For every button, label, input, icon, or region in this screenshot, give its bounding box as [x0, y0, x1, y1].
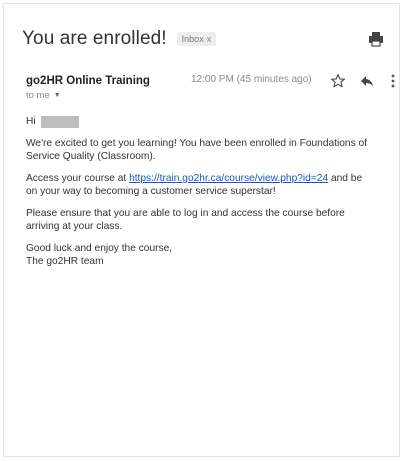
course-link[interactable]: https://train.go2hr.ca/course/view.php?i…: [129, 173, 328, 184]
star-icon[interactable]: [329, 72, 347, 90]
sender-row: go2HR Online Training 12:00 PM (45 minut…: [26, 72, 395, 90]
paragraph-enrolled: We're excited to get you learning! You h…: [26, 138, 368, 162]
remove-label-icon[interactable]: x: [207, 34, 212, 44]
signoff-line-2: The go2HR team: [26, 256, 104, 267]
paragraph-login: Please ensure that you are able to log i…: [26, 208, 345, 232]
print-icon[interactable]: [367, 30, 385, 48]
email-view: You are enrolled! Inbox x go2HR Online T…: [3, 3, 400, 457]
email-body: Hi We're excited to get you learning! Yo…: [26, 115, 376, 277]
recipient-text: to me: [26, 90, 50, 101]
greeting-line: Hi: [26, 115, 376, 128]
inbox-label-text: Inbox: [181, 34, 204, 44]
redacted-name: [40, 115, 79, 128]
email-subject: You are enrolled!: [22, 28, 167, 49]
recipient-row: to me ▼: [26, 90, 61, 101]
chevron-down-icon[interactable]: ▼: [54, 92, 61, 99]
more-vertical-icon[interactable]: [384, 72, 402, 90]
timestamp: 12:00 PM (45 minutes ago): [191, 74, 312, 85]
subject-row: You are enrolled! Inbox x: [22, 26, 389, 52]
signoff: Good luck and enjoy the course, The go2H…: [26, 242, 376, 268]
greeting-text: Hi: [26, 116, 36, 127]
signoff-line-1: Good luck and enjoy the course,: [26, 243, 173, 254]
access-text-before: Access your course at: [26, 173, 130, 184]
sender-name[interactable]: go2HR Online Training: [26, 75, 150, 87]
paragraph-access: Access your course at https://train.go2h…: [26, 172, 376, 198]
reply-icon[interactable]: [358, 72, 376, 90]
inbox-label-chip[interactable]: Inbox x: [176, 32, 217, 46]
